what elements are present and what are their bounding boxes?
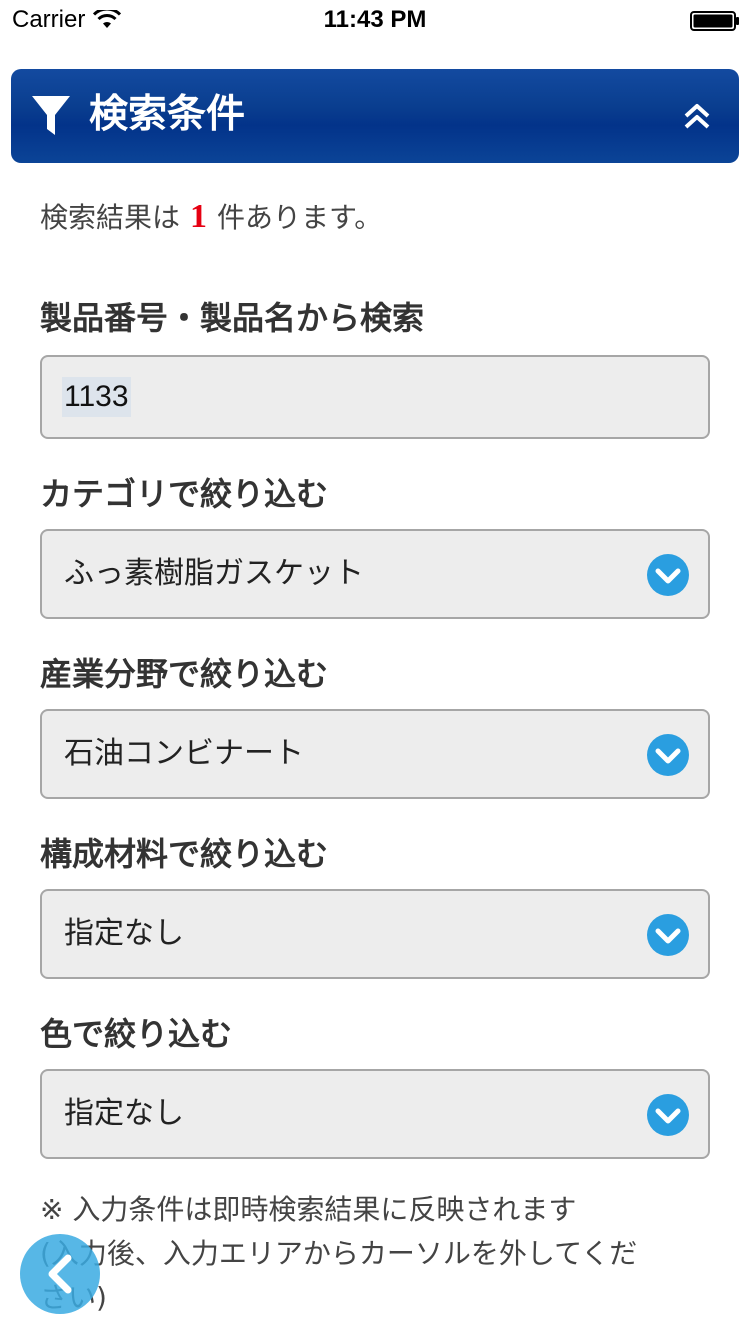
material-select[interactable]: 指定なし	[40, 889, 710, 979]
chevron-double-up-icon[interactable]	[683, 103, 711, 129]
color-filter-label: 色で絞り込む	[40, 1015, 233, 1053]
header-title: 検索条件	[89, 92, 246, 137]
chevron-down-icon	[647, 914, 689, 956]
chevron-down-icon	[647, 554, 689, 596]
search-conditions-header[interactable]: 検索条件	[11, 69, 739, 163]
result-summary: 検索結果は 1 件あります。	[40, 196, 382, 239]
chevron-down-icon	[647, 734, 689, 776]
result-count: 1	[190, 198, 208, 235]
industry-select-value: 石油コンビナート	[64, 736, 304, 771]
result-prefix: 検索結果は	[40, 201, 181, 234]
industry-select[interactable]: 石油コンビナート	[40, 709, 710, 799]
status-time: 11:43 PM	[323, 6, 427, 33]
chevron-down-icon	[647, 1094, 689, 1136]
battery-icon	[690, 11, 739, 31]
note-line-2: (入力後、入力エリアからカーソルを外してくだ	[40, 1237, 638, 1270]
chevron-left-icon	[48, 1254, 72, 1294]
search-input-value: 1133	[62, 377, 131, 417]
category-select-value: ふっ素樹脂ガスケット	[64, 556, 364, 591]
search-label: 製品番号・製品名から検索	[40, 299, 425, 337]
note-line-1: ※ 入力条件は即時検索結果に反映されます	[40, 1193, 577, 1226]
color-select-value: 指定なし	[64, 1096, 184, 1131]
color-select[interactable]: 指定なし	[40, 1069, 710, 1159]
status-bar: Carrier 11:43 PM	[0, 0, 750, 40]
filter-icon	[32, 96, 70, 135]
material-filter-label: 構成材料で絞り込む	[40, 835, 329, 873]
industry-filter-label: 産業分野で絞り込む	[40, 655, 329, 693]
category-filter-label: カテゴリで絞り込む	[40, 475, 329, 513]
material-select-value: 指定なし	[64, 916, 184, 951]
back-button[interactable]	[20, 1234, 100, 1314]
category-select[interactable]: ふっ素樹脂ガスケット	[40, 529, 710, 619]
result-suffix: 件あります。	[217, 201, 383, 234]
product-search-input[interactable]: 1133	[40, 355, 710, 439]
